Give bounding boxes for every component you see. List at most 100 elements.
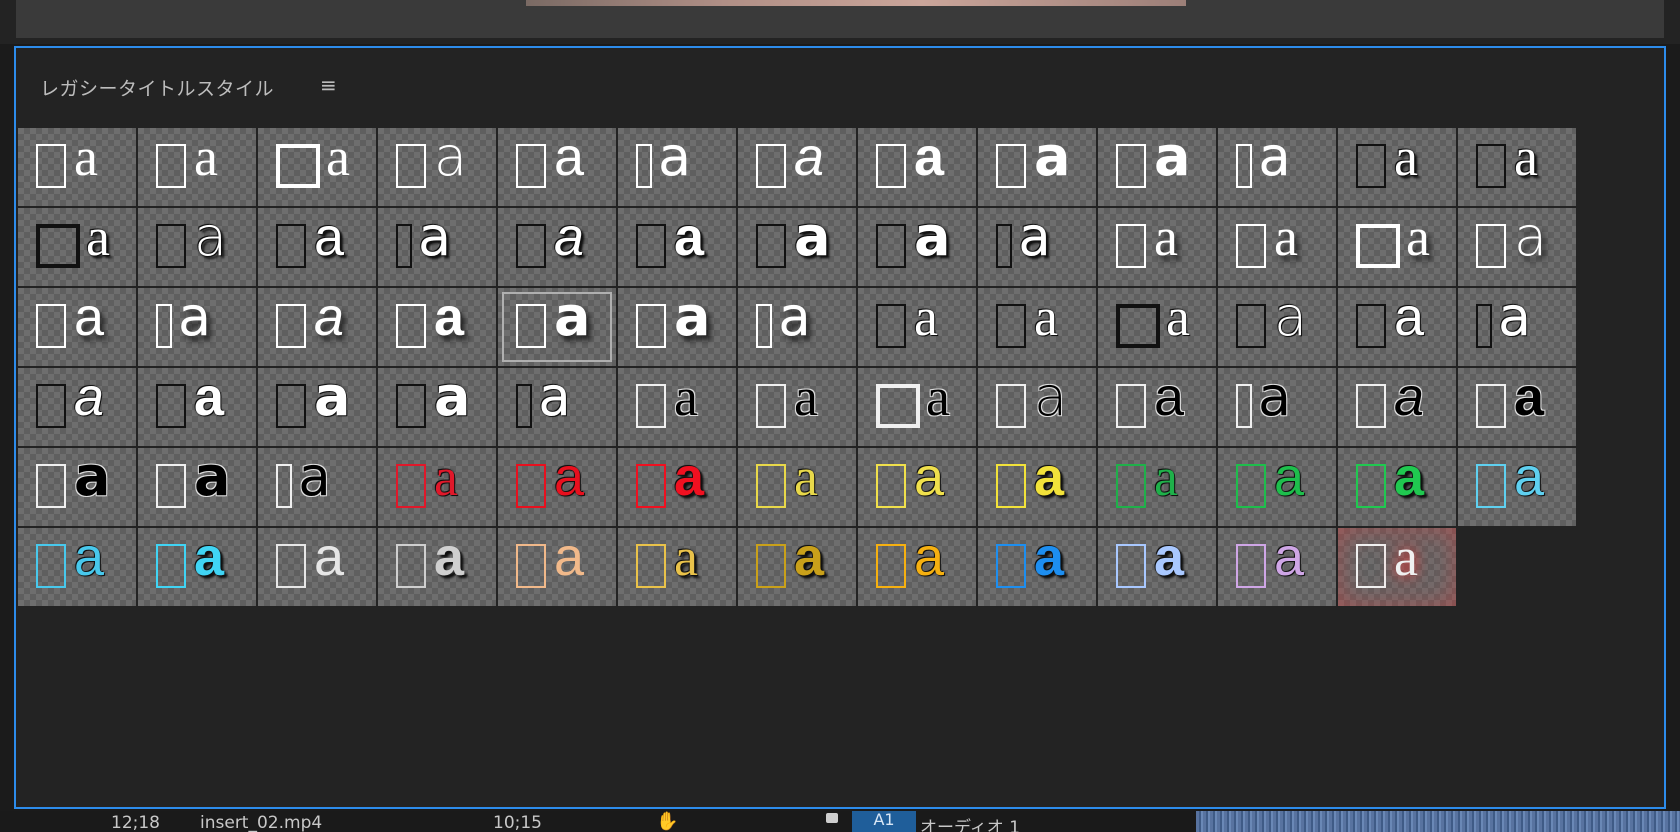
title-style-tile[interactable]: a: [138, 368, 256, 446]
title-style-tile[interactable]: a: [1098, 528, 1216, 606]
title-style-tile[interactable]: a: [1218, 368, 1336, 446]
sample-letter: a: [434, 288, 465, 347]
title-style-tile[interactable]: a: [1458, 208, 1576, 286]
timecode-out: 10;15: [493, 813, 542, 832]
panel-menu-icon[interactable]: ≡: [320, 75, 337, 95]
title-style-tile[interactable]: a: [138, 288, 256, 366]
title-style-tile[interactable]: a: [858, 368, 976, 446]
title-style-tile[interactable]: a: [378, 368, 496, 446]
clip-name[interactable]: insert_02.mp4: [200, 813, 322, 832]
title-style-tile[interactable]: a: [738, 528, 856, 606]
title-style-tile[interactable]: a: [1338, 288, 1456, 366]
title-style-tile[interactable]: a: [1458, 128, 1576, 206]
hand-icon[interactable]: ✋: [656, 811, 678, 832]
title-style-tile[interactable]: a: [498, 208, 616, 286]
sample-letter: a: [1514, 128, 1538, 187]
title-style-tile[interactable]: a: [18, 448, 136, 526]
missing-glyph-box: [516, 224, 546, 268]
title-style-tile[interactable]: a: [738, 448, 856, 526]
title-style-tile[interactable]: a: [1218, 208, 1336, 286]
title-style-tile[interactable]: a: [978, 528, 1096, 606]
title-style-tile[interactable]: a: [1218, 288, 1336, 366]
title-style-tile[interactable]: a: [18, 208, 136, 286]
title-style-tile[interactable]: a: [18, 128, 136, 206]
title-style-tile[interactable]: a: [618, 208, 736, 286]
title-style-tile[interactable]: a: [1218, 128, 1336, 206]
missing-glyph-box: [996, 464, 1026, 508]
missing-glyph-box: [516, 144, 546, 188]
title-style-tile[interactable]: a: [498, 448, 616, 526]
title-style-tile[interactable]: a: [258, 368, 376, 446]
missing-glyph-box: [1236, 464, 1266, 508]
title-style-tile[interactable]: a: [258, 208, 376, 286]
title-style-tile[interactable]: a: [378, 528, 496, 606]
title-style-tile[interactable]: a: [498, 368, 616, 446]
track-target-a1-button[interactable]: A1: [852, 811, 916, 832]
title-style-tile[interactable]: a: [138, 128, 256, 206]
title-style-tile[interactable]: a: [138, 208, 256, 286]
title-style-tile[interactable]: a: [618, 448, 736, 526]
title-style-tile[interactable]: a: [978, 448, 1096, 526]
title-style-tile[interactable]: a: [138, 528, 256, 606]
title-style-tile[interactable]: a: [1218, 448, 1336, 526]
title-style-tile[interactable]: a: [1338, 448, 1456, 526]
missing-glyph-box: [756, 144, 786, 188]
title-style-tile[interactable]: a: [498, 128, 616, 206]
title-style-tile[interactable]: a: [858, 528, 976, 606]
title-style-tile[interactable]: a: [1098, 208, 1216, 286]
title-style-tile[interactable]: a: [618, 368, 736, 446]
title-style-tile[interactable]: a: [378, 288, 496, 366]
lock-icon[interactable]: [826, 813, 838, 823]
missing-glyph-box: [516, 464, 546, 508]
title-style-tile[interactable]: a: [978, 208, 1096, 286]
sample-letter: a: [794, 368, 818, 427]
title-style-tile[interactable]: a: [738, 128, 856, 206]
title-style-tile[interactable]: a: [258, 128, 376, 206]
title-style-tile[interactable]: a: [618, 288, 736, 366]
sample-letter: a: [314, 208, 345, 267]
title-style-tile[interactable]: a: [1338, 368, 1456, 446]
title-style-tile[interactable]: a: [138, 448, 256, 526]
title-style-tile[interactable]: a: [498, 288, 616, 366]
video-preview: [526, 0, 1186, 6]
title-style-tile[interactable]: a: [258, 528, 376, 606]
title-style-tile[interactable]: a: [858, 448, 976, 526]
title-style-tile[interactable]: a: [738, 208, 856, 286]
title-style-tile[interactable]: a: [1218, 528, 1336, 606]
title-style-tile[interactable]: a: [1098, 288, 1216, 366]
missing-glyph-box: [36, 144, 66, 188]
sample-letter: a: [554, 448, 585, 507]
sample-letter: a: [1154, 208, 1178, 267]
style-grid: aaaaaaaaaaaaaaaaaaaaaaaaaaaaaaaaaaaaaaaa…: [18, 128, 1590, 608]
title-style-tile[interactable]: a: [1458, 288, 1576, 366]
title-style-tile[interactable]: a: [378, 208, 496, 286]
title-style-tile[interactable]: a: [618, 528, 736, 606]
title-style-tile[interactable]: a: [1458, 368, 1576, 446]
title-style-tile[interactable]: a: [978, 128, 1096, 206]
title-style-tile[interactable]: a: [1338, 208, 1456, 286]
title-style-tile[interactable]: a: [738, 368, 856, 446]
title-style-tile[interactable]: a: [1098, 368, 1216, 446]
title-style-tile[interactable]: a: [258, 288, 376, 366]
title-style-tile[interactable]: a: [18, 528, 136, 606]
title-style-tile[interactable]: a: [738, 288, 856, 366]
title-style-tile[interactable]: a: [1458, 448, 1576, 526]
title-style-tile[interactable]: a: [858, 288, 976, 366]
missing-glyph-box: [996, 304, 1026, 348]
title-style-tile[interactable]: a: [18, 288, 136, 366]
title-style-tile[interactable]: a: [978, 368, 1096, 446]
title-style-tile[interactable]: a: [858, 128, 976, 206]
missing-glyph-box: [636, 304, 666, 348]
title-style-tile[interactable]: a: [378, 128, 496, 206]
title-style-tile[interactable]: a: [378, 448, 496, 526]
title-style-tile[interactable]: a: [1098, 448, 1216, 526]
title-style-tile[interactable]: a: [618, 128, 736, 206]
title-style-tile[interactable]: a: [1098, 128, 1216, 206]
title-style-tile[interactable]: a: [978, 288, 1096, 366]
title-style-tile[interactable]: a: [498, 528, 616, 606]
title-style-tile[interactable]: a: [1338, 128, 1456, 206]
title-style-tile[interactable]: a: [858, 208, 976, 286]
title-style-tile[interactable]: a: [18, 368, 136, 446]
title-style-tile[interactable]: a: [258, 448, 376, 526]
title-style-tile[interactable]: a: [1338, 528, 1456, 606]
